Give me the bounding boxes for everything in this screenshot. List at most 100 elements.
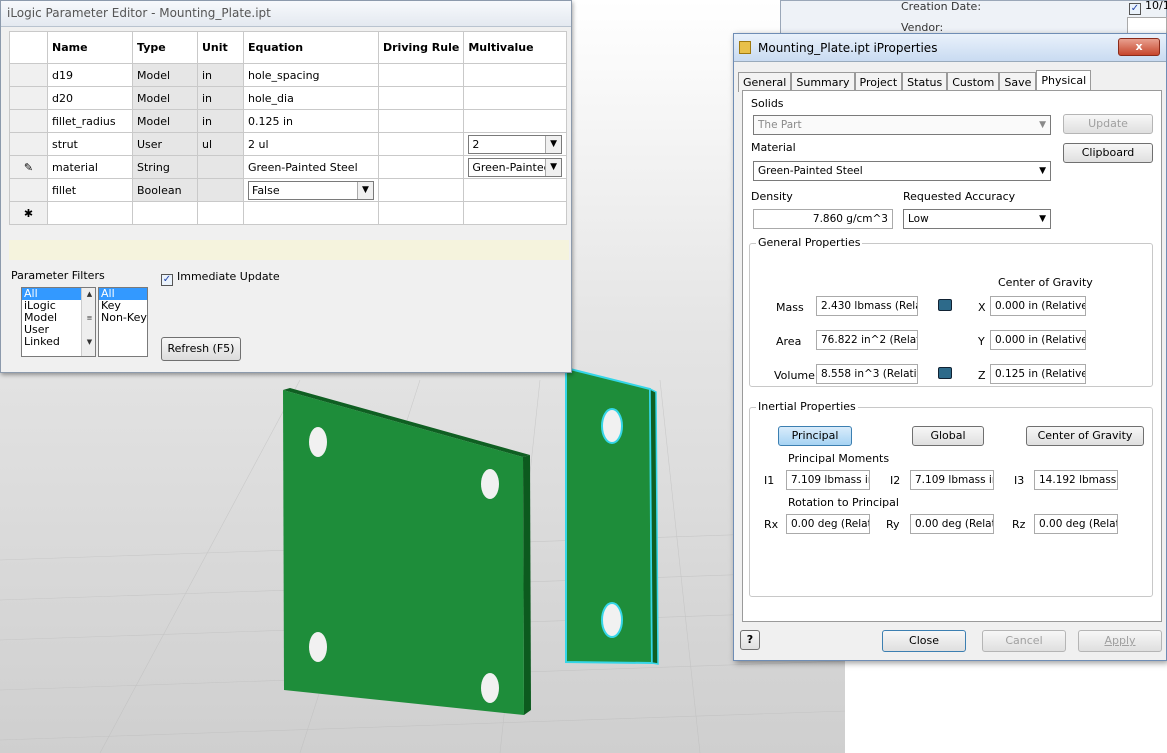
help-icon[interactable]: ?	[740, 630, 760, 650]
column-header-name[interactable]: Name	[47, 31, 133, 64]
param-multivalue-cell[interactable]: 2 ▼	[463, 132, 568, 156]
cog-z-field[interactable]: 0.125 in (Relative E	[990, 364, 1086, 384]
apply-button[interactable]: Apply	[1078, 630, 1162, 652]
row-marker[interactable]	[9, 178, 48, 202]
param-multivalue[interactable]	[463, 86, 568, 110]
chevron-down-icon[interactable]: ▼	[545, 158, 562, 176]
i3-field[interactable]: 14.192 lbmass i	[1034, 470, 1118, 490]
list-scrollbar[interactable]: ▲ ≡ ▼	[81, 288, 95, 356]
param-equation[interactable]: 0.125 in	[243, 109, 379, 133]
rz-field[interactable]: 0.00 deg (Relat	[1034, 514, 1118, 534]
param-multivalue[interactable]	[463, 63, 568, 87]
param-multivalue[interactable]	[463, 109, 568, 133]
creation-date-field[interactable]: ✓ 10/1	[1129, 0, 1167, 15]
tab-physical[interactable]: Physical	[1036, 70, 1092, 92]
table-row[interactable]: d20 Model in hole_dia	[9, 86, 568, 110]
calculator-icon[interactable]	[938, 367, 952, 379]
edit-pencil-icon[interactable]: ✎	[9, 155, 48, 179]
column-header-driving-rule[interactable]: Driving Rule	[377, 31, 465, 64]
ry-field[interactable]: 0.00 deg (Relat	[910, 514, 994, 534]
tab-status[interactable]: Status	[902, 72, 948, 92]
plate-hole	[481, 673, 499, 703]
table-row[interactable]: ✎ material String Green-Painted Steel Gr…	[9, 155, 568, 179]
cancel-button[interactable]: Cancel	[982, 630, 1066, 652]
column-header-multivalue[interactable]: Multivalue	[463, 31, 568, 64]
cog-x-field[interactable]: 0.000 in (Relative E	[990, 296, 1086, 316]
param-name: d19	[47, 63, 133, 87]
chevron-down-icon[interactable]: ▼	[545, 135, 562, 153]
close-button[interactable]: Close	[882, 630, 966, 652]
i1-field[interactable]: 7.109 lbmass in	[786, 470, 870, 490]
row-marker[interactable]	[9, 132, 48, 156]
close-icon[interactable]: x	[1118, 38, 1160, 56]
table-row[interactable]: fillet Boolean False ▼	[9, 178, 568, 202]
cog-y-field[interactable]: 0.000 in (Relative E	[990, 330, 1086, 350]
tab-general[interactable]: General	[738, 72, 792, 92]
empty-cell[interactable]	[377, 201, 465, 225]
param-unit: in	[197, 86, 244, 110]
filter-key-list[interactable]: All Key Non-Key	[98, 287, 148, 357]
table-row[interactable]: fillet_radius Model in 0.125 in	[9, 109, 568, 133]
param-unit: ul	[197, 132, 244, 156]
center-of-gravity-button[interactable]: Center of Gravity	[1026, 426, 1144, 446]
mass-label: Mass	[776, 301, 804, 314]
rotation-label: Rotation to Principal	[788, 496, 899, 509]
inertial-properties-label: Inertial Properties	[756, 400, 858, 413]
empty-cell[interactable]	[132, 201, 198, 225]
second-plate-edge	[649, 387, 659, 665]
empty-cell[interactable]	[197, 201, 244, 225]
multivalue-dropdown[interactable]: Green-Painted S ▼	[468, 157, 563, 177]
empty-cell[interactable]	[463, 201, 568, 225]
volume-label: Volume	[774, 369, 815, 382]
column-header-unit[interactable]: Unit	[197, 31, 244, 64]
accuracy-dropdown[interactable]: Low ▼	[903, 209, 1051, 229]
density-field[interactable]: 7.860 g/cm^3	[753, 209, 893, 229]
calculator-icon[interactable]	[938, 299, 952, 311]
row-marker[interactable]	[9, 86, 48, 110]
global-button[interactable]: Global	[912, 426, 984, 446]
equation-dropdown[interactable]: False ▼	[248, 180, 374, 200]
param-equation[interactable]: Green-Painted Steel	[243, 155, 379, 179]
param-multivalue[interactable]	[463, 178, 568, 202]
row-marker[interactable]	[9, 63, 48, 87]
update-button[interactable]: Update	[1063, 114, 1153, 134]
param-equation[interactable]: 2 ul	[243, 132, 379, 156]
mass-field[interactable]: 2.430 lbmass (Relat	[816, 296, 918, 316]
immediate-update-option[interactable]: ✓ Immediate Update	[161, 270, 280, 286]
empty-cell[interactable]	[243, 201, 379, 225]
density-label: Density	[751, 190, 793, 203]
multivalue-dropdown[interactable]: 2 ▼	[468, 134, 563, 154]
material-dropdown[interactable]: Green-Painted Steel ▼	[753, 161, 1051, 181]
principal-button[interactable]: Principal	[778, 426, 852, 446]
tab-custom[interactable]: Custom	[947, 72, 1000, 92]
filter-category-list[interactable]: All iLogic Model User Linked ▲ ≡ ▼	[21, 287, 96, 357]
param-equation[interactable]: hole_dia	[243, 86, 379, 110]
empty-cell[interactable]	[47, 201, 133, 225]
tab-project[interactable]: Project	[854, 72, 903, 92]
row-marker[interactable]	[9, 109, 48, 133]
creation-date-check[interactable]: ✓	[1129, 3, 1141, 15]
rx-field[interactable]: 0.00 deg (Relat	[786, 514, 870, 534]
clipboard-button[interactable]: Clipboard	[1063, 143, 1153, 163]
param-equation[interactable]: hole_spacing	[243, 63, 379, 87]
solids-dropdown[interactable]: The Part ▼	[753, 115, 1051, 135]
list-item[interactable]: Non-Key	[99, 312, 147, 324]
volume-field[interactable]: 8.558 in^3 (Relativ	[816, 364, 918, 384]
i2-field[interactable]: 7.109 lbmass in	[910, 470, 994, 490]
chevron-down-icon: ▼	[1039, 120, 1046, 130]
immediate-update-checkbox[interactable]: ✓	[161, 274, 173, 286]
iproperties-dialog: Mounting_Plate.ipt iProperties x General…	[733, 33, 1167, 661]
tab-save[interactable]: Save	[999, 72, 1037, 92]
param-equation-cell[interactable]: False ▼	[243, 178, 379, 202]
chevron-down-icon[interactable]: ▼	[357, 181, 373, 199]
column-header-equation[interactable]: Equation	[243, 31, 379, 64]
column-header-type[interactable]: Type	[132, 31, 198, 64]
refresh-button[interactable]: Refresh (F5)	[161, 337, 241, 361]
table-row[interactable]: strut User ul 2 ul 2 ▼	[9, 132, 568, 156]
area-field[interactable]: 76.822 in^2 (Relati	[816, 330, 918, 350]
new-row[interactable]: ✱	[9, 201, 568, 225]
table-header: Name Type Unit Equation Driving Rule Mul…	[9, 31, 568, 64]
tab-summary[interactable]: Summary	[791, 72, 855, 92]
table-row[interactable]: d19 Model in hole_spacing	[9, 63, 568, 87]
param-multivalue-cell[interactable]: Green-Painted S ▼	[463, 155, 568, 179]
